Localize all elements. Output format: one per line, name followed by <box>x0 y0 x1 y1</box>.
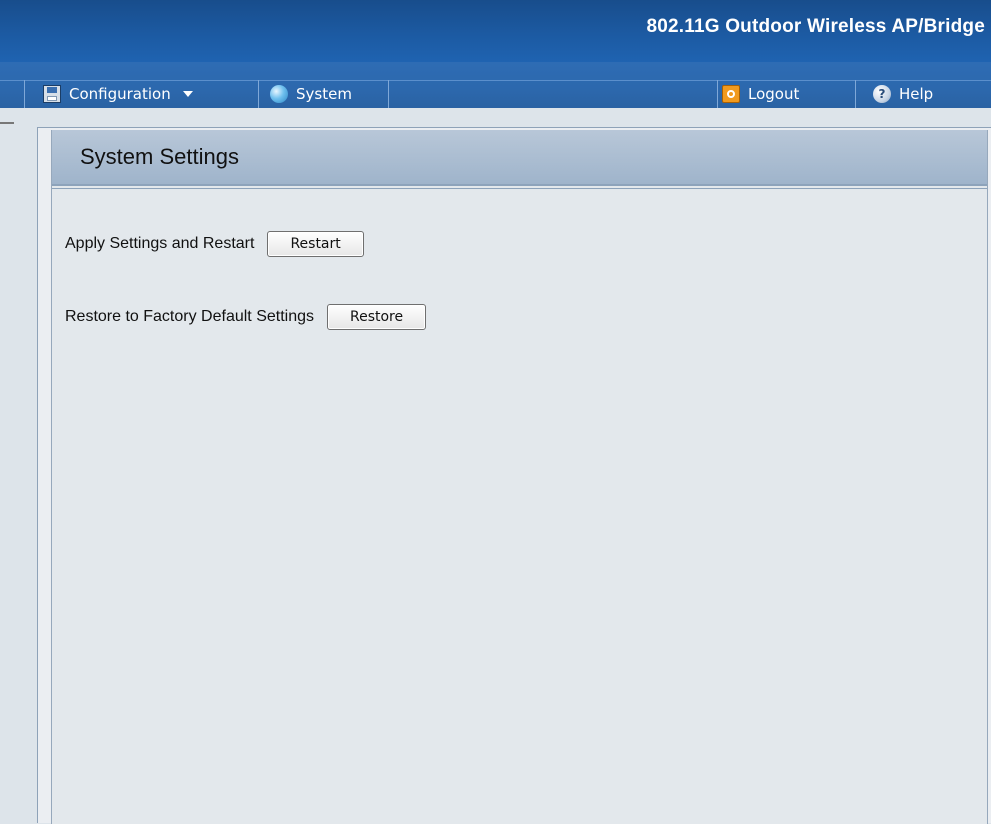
floppy-disk-icon <box>43 85 61 103</box>
menu-system-label: System <box>296 85 352 103</box>
menu-configuration-label: Configuration <box>69 85 171 103</box>
product-title: 802.11G Outdoor Wireless AP/Bridge <box>646 16 985 37</box>
menu-system[interactable]: System <box>270 80 352 108</box>
globe-icon <box>270 85 288 103</box>
page-title: System Settings <box>80 144 239 169</box>
frame-edge-mark <box>0 122 14 124</box>
header-banner: 802.11G Outdoor Wireless AP/Bridge <box>0 0 991 62</box>
chevron-down-icon[interactable] <box>182 91 193 97</box>
menu-help[interactable]: ? Help <box>873 80 933 108</box>
restart-label: Apply Settings and Restart <box>65 235 255 252</box>
content-frame: System Settings Apply Settings and Resta… <box>37 127 991 824</box>
settings-panel: System Settings Apply Settings and Resta… <box>51 130 988 824</box>
menu-separator <box>258 80 259 108</box>
menu-separator <box>855 80 856 108</box>
menu-separator <box>388 80 389 108</box>
restore-row: Restore to Factory Default Settings Rest… <box>65 304 427 330</box>
menu-logout-label: Logout <box>748 85 800 103</box>
menu-separator <box>717 80 718 108</box>
menu-configuration[interactable]: Configuration <box>43 80 193 108</box>
help-icon: ? <box>873 85 891 103</box>
restart-button[interactable]: Restart <box>267 231 364 257</box>
restore-label: Restore to Factory Default Settings <box>65 308 314 325</box>
menu-separator <box>24 80 25 108</box>
panel-header: System Settings <box>52 130 987 189</box>
menu-help-label: Help <box>899 85 934 103</box>
key-icon <box>722 85 740 103</box>
menu-bar: Configuration System Logout ? Help <box>0 62 991 108</box>
restart-row: Apply Settings and Restart Restart <box>65 231 364 257</box>
menu-logout[interactable]: Logout <box>722 80 799 108</box>
restore-button[interactable]: Restore <box>327 304 427 330</box>
